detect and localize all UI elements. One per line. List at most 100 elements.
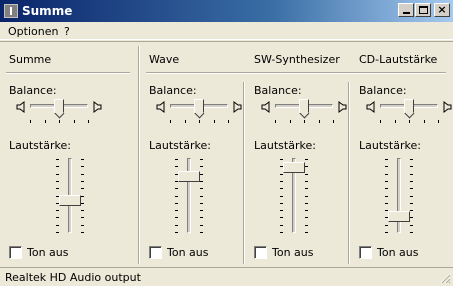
speaker-right-icon	[92, 101, 102, 113]
volume-label: Lautstärke:	[149, 139, 211, 152]
volume-tick	[385, 188, 388, 190]
mixer-panel: Summe Balance: Lautstärke: Ton aus	[0, 42, 140, 268]
volume-tick	[200, 173, 203, 175]
balance-label: Balance:	[9, 84, 57, 97]
volume-tick	[200, 188, 203, 190]
balance-tick	[380, 120, 381, 123]
volume-tick	[280, 217, 283, 219]
volume-tick	[81, 188, 84, 190]
volume-tick	[410, 195, 413, 197]
volume-tick	[410, 232, 413, 233]
mute-checkbox[interactable]	[359, 246, 372, 259]
mixer-panel: CD-Lautstärke Balance: Lautstärke: Ton aus	[350, 42, 453, 268]
volume-tick	[305, 166, 308, 168]
volume-tick	[410, 159, 413, 160]
balance-tick	[185, 120, 186, 123]
mute-label[interactable]: Ton aus	[167, 246, 209, 259]
volume-slider-thumb[interactable]	[178, 171, 200, 182]
volume-tick	[410, 224, 413, 226]
volume-tick	[410, 180, 413, 182]
minimize-button[interactable]	[398, 3, 414, 17]
volume-tick	[81, 232, 84, 233]
volume-tick	[410, 166, 413, 168]
balance-slider-thumb[interactable]	[54, 99, 64, 114]
volume-tick	[81, 217, 84, 219]
volume-tick	[385, 173, 388, 175]
mute-checkbox[interactable]	[9, 246, 22, 259]
volume-tick	[280, 210, 283, 212]
volume-tick	[305, 202, 308, 204]
volume-tick	[56, 232, 59, 233]
volume-tick	[385, 202, 388, 204]
volume-slider-thumb[interactable]	[283, 162, 305, 173]
balance-tick	[74, 120, 75, 123]
volume-label: Lautstärke:	[9, 139, 71, 152]
speaker-right-icon	[232, 101, 242, 113]
volume-tick	[305, 217, 308, 219]
volume-tick	[200, 232, 203, 233]
volume-tick	[81, 180, 84, 182]
close-button[interactable]: ×	[434, 3, 450, 17]
balance-tick	[319, 120, 320, 123]
volume-tick	[175, 159, 178, 160]
volume-tick	[280, 180, 283, 182]
panel-separator	[348, 82, 350, 264]
header-divider	[6, 72, 130, 74]
volume-tick	[280, 188, 283, 190]
balance-tick	[275, 120, 276, 123]
mute-checkbox[interactable]	[254, 246, 267, 259]
close-icon: ×	[437, 3, 447, 16]
volume-tick	[385, 224, 388, 226]
balance-slider-thumb[interactable]	[404, 99, 414, 114]
volume-tick	[385, 180, 388, 182]
mute-label[interactable]: Ton aus	[272, 246, 314, 259]
volume-track[interactable]	[187, 158, 191, 233]
balance-slider-thumb[interactable]	[194, 99, 204, 114]
mute-label[interactable]: Ton aus	[27, 246, 69, 259]
volume-tick	[200, 166, 203, 168]
mute-checkbox[interactable]	[149, 246, 162, 259]
volume-slider-thumb[interactable]	[388, 211, 410, 222]
volume-tick	[175, 210, 178, 212]
balance-tick	[304, 120, 305, 123]
balance-tick	[409, 120, 410, 123]
volume-tick	[175, 166, 178, 168]
menu-optionen[interactable]: Optionen	[8, 25, 58, 38]
mute-label[interactable]: Ton aus	[377, 246, 419, 259]
volume-label: Lautstärke:	[359, 139, 421, 152]
volume-tick	[81, 195, 84, 197]
volume-tick	[81, 202, 84, 204]
mixer-app-icon[interactable]	[4, 4, 18, 18]
volume-tick	[305, 195, 308, 197]
volume-tick	[56, 166, 59, 168]
volume-tick	[200, 195, 203, 197]
volume-tick	[56, 217, 59, 219]
balance-tick	[395, 120, 396, 123]
status-text: Realtek HD Audio output	[5, 271, 141, 284]
volume-tick	[200, 202, 203, 204]
volume-tick	[175, 202, 178, 204]
title-bar[interactable]: Summe ×	[0, 0, 453, 22]
volume-slider-thumb[interactable]	[59, 195, 81, 206]
volume-tick	[56, 180, 59, 182]
volume-tick	[305, 210, 308, 212]
balance-tick	[88, 120, 89, 123]
status-bar: Realtek HD Audio output	[0, 267, 453, 286]
menu-help[interactable]: ?	[64, 25, 70, 38]
balance-label: Balance:	[149, 84, 197, 97]
volume-tick	[410, 210, 413, 212]
mixer-panel: Wave Balance: Lautstärke: Ton aus	[140, 42, 446, 268]
volume-tick	[280, 195, 283, 197]
volume-tick	[280, 224, 283, 226]
maximize-button[interactable]	[415, 3, 431, 17]
volume-tick	[410, 173, 413, 175]
volume-tick	[410, 188, 413, 190]
balance-slider-thumb[interactable]	[299, 99, 309, 114]
window-title: Summe	[22, 4, 73, 18]
balance-tick	[290, 120, 291, 123]
resize-grip-icon[interactable]	[439, 272, 451, 284]
balance-tick	[170, 120, 171, 123]
volume-tick	[81, 166, 84, 168]
mixer-panel: SW-Synthesizer Balance: Lautstärke: Ton aus	[245, 42, 350, 268]
speaker-left-icon	[16, 101, 26, 113]
